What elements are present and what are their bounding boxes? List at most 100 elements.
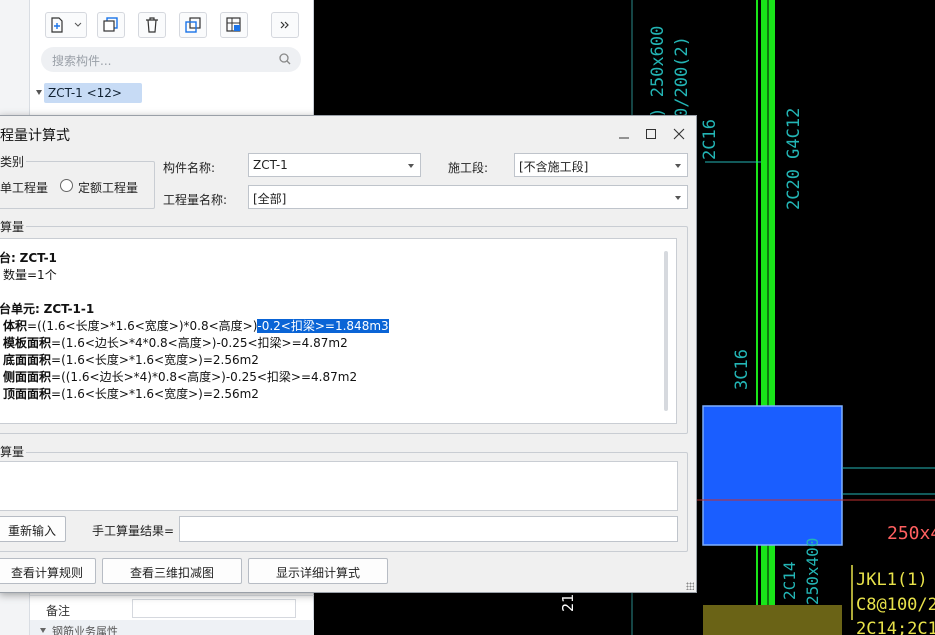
property-row-remark: 备注 — [30, 595, 314, 619]
calc-line-count: 数量=1个 — [3, 268, 57, 282]
calc-scrollbar[interactable] — [664, 251, 668, 411]
maximize-icon — [646, 129, 656, 139]
show-detail-button-label: 显示详细计算式 — [275, 566, 360, 580]
calc-label-volume: 体积 — [3, 319, 28, 333]
cad-label-2c20: 2C20 G4C12 — [784, 108, 804, 210]
calc-line-volume: 体积=((1.6<长度>*1.6<宽度>)*0.8<高度>)-0.2<扣梁>=1… — [3, 317, 389, 334]
calc-label-bottom-area: 底面面积 — [3, 353, 52, 367]
calc-formula-highlighted: -0.2<扣梁>=1.848m3 — [257, 319, 389, 333]
cad-label-beam-top2: 0/200(2) — [672, 36, 692, 118]
quantity-name-select[interactable]: [全部] — [248, 185, 688, 209]
new-file-icon — [51, 17, 82, 33]
calc-formula-formwork: =(1.6<边长>*4*0.8<高度>)-0.25<扣梁>=4.87m2 — [51, 336, 348, 350]
cad-label-jkl: JKL1(1) 25 — [856, 570, 935, 590]
manual-result-input[interactable] — [179, 516, 678, 542]
cad-label-2c16: 2C16 — [700, 119, 720, 160]
property-group-rebar[interactable]: 钢筋业务属性 — [30, 620, 314, 635]
resize-grip-icon[interactable] — [686, 582, 694, 590]
maximize-button[interactable] — [640, 123, 662, 145]
calc-label-formwork: 模板面积 — [3, 336, 52, 350]
copy-component-button[interactable] — [97, 12, 125, 38]
cad-footing-block — [703, 605, 842, 635]
component-name-value: ZCT-1 — [253, 158, 288, 172]
component-search-input[interactable]: 搜索构件... — [41, 47, 301, 72]
chevron-down-icon — [675, 196, 681, 200]
tree-expand-caret-icon[interactable] — [36, 90, 42, 95]
tree-item-zct-1[interactable]: ZCT-1 <12> — [44, 83, 142, 103]
cad-label-c8: C8@100/20 — [856, 595, 935, 615]
calc-line-value: ZCT-1 — [19, 251, 57, 265]
import-component-button[interactable] — [220, 12, 248, 38]
component-name-label: 构件名称: — [163, 161, 216, 175]
chevron-down-icon — [675, 164, 681, 168]
tree-item-label: ZCT-1 <12> — [48, 86, 122, 100]
calc-formula-volume: =((1.6<长度>*1.6<宽度>)*0.8<高度>) — [27, 319, 258, 333]
stage-select[interactable]: [不含施工段] — [514, 153, 688, 177]
radio-label-quantity[interactable]: 单工程量 — [0, 179, 48, 196]
calc-line-value: ZCT-1-1 — [43, 302, 95, 316]
grid-import-icon — [226, 17, 241, 32]
show-detail-formula-button[interactable]: 显示详细计算式 — [248, 558, 388, 584]
reinput-button[interactable]: 重新输入 — [0, 516, 66, 542]
quantity-name-label: 工程量名称: — [163, 193, 228, 207]
search-placeholder: 搜索构件... — [52, 54, 112, 68]
stage-value: [不含施工段] — [519, 160, 589, 174]
calc-line-bottom-area: 底面面积=(1.6<长度>*1.6<宽度>)=2.56m2 — [3, 351, 259, 368]
calc-line-prefix: 台: — [0, 251, 16, 265]
close-icon — [673, 128, 685, 140]
quantity-formula-dialog: 程量计算式 类别 单工程量 定额工程量 构件名称: ZCT-1 施工段: [不含… — [0, 115, 697, 593]
view-rules-button-label: 查看计算规则 — [10, 566, 83, 580]
property-label-remark: 备注 — [46, 604, 71, 618]
calculation-group-label: 算量 — [0, 218, 27, 235]
calc-line-unit: 台单元: ZCT-1-1 — [0, 300, 94, 317]
trash-icon — [146, 17, 158, 33]
calc-label-side-area: 侧面面积 — [3, 370, 52, 384]
cad-label-21: 21 — [559, 594, 577, 612]
collapse-caret-icon — [40, 628, 46, 633]
view-rules-button[interactable]: 查看计算规则 — [0, 558, 96, 584]
close-button[interactable] — [668, 123, 690, 145]
calc-line-top-area: 顶面面积=(1.6<长度>*1.6<宽度>)=2.56m2 — [3, 385, 259, 402]
calc-line-component: 台: ZCT-1 — [0, 249, 57, 266]
manual-input-area[interactable] — [0, 461, 678, 511]
stage-label: 施工段: — [448, 161, 489, 175]
quantity-name-value: [全部] — [253, 192, 287, 206]
radio-quota-quantity[interactable] — [60, 179, 73, 192]
delete-component-button[interactable] — [138, 12, 166, 38]
layers-copy-icon — [185, 17, 201, 33]
calc-line-side-area: 侧面面积=((1.6<边长>*4)*0.8<高度>)-0.25<扣梁>=4.87… — [3, 368, 357, 385]
cad-label-beam-top: 2) 250x600 — [648, 26, 668, 128]
property-input-remark[interactable] — [132, 599, 296, 618]
property-group-label: 钢筋业务属性 — [52, 625, 118, 635]
cad-label-2c14: 2C14 — [780, 561, 799, 600]
reinput-button-label: 重新输入 — [7, 524, 56, 538]
cad-label-250x400: 250x400 — [803, 538, 822, 605]
category-group-label: 类别 — [0, 153, 27, 170]
search-icon[interactable] — [279, 53, 291, 65]
minimize-icon — [619, 137, 629, 139]
calc-line-prefix: 台单元: — [0, 302, 40, 316]
radio-label-quota[interactable]: 定额工程量 — [78, 179, 138, 196]
calc-formula-side-area: =((1.6<边长>*4)*0.8<高度>)-0.25<扣梁>=4.87m2 — [51, 370, 358, 384]
calculation-text-area[interactable]: 台: ZCT-1 数量=1个 台单元: ZCT-1-1 体积=((1.6<长度>… — [0, 238, 677, 424]
cad-label-250x4: 250x4 — [887, 523, 935, 544]
view-3d-deduction-button[interactable]: 查看三维扣减图 — [102, 558, 242, 584]
calc-formula-top-area: =(1.6<长度>*1.6<宽度>)=2.56m2 — [51, 387, 259, 401]
chevron-down-icon — [408, 164, 414, 168]
view-3d-button-label: 查看三维扣减图 — [129, 566, 214, 580]
cad-label-c14: 2C14;2C14 — [856, 619, 935, 635]
dialog-title: 程量计算式 — [0, 128, 70, 144]
calc-label-top-area: 顶面面积 — [3, 387, 52, 401]
copy-to-floor-button[interactable] — [179, 12, 207, 38]
cad-label-3c16: 3C16 — [732, 349, 752, 390]
component-name-select[interactable]: ZCT-1 — [248, 153, 421, 177]
new-component-button[interactable] — [45, 12, 87, 38]
double-chevron-right-icon — [280, 21, 289, 29]
minimize-button[interactable] — [613, 123, 635, 145]
more-tools-button[interactable] — [271, 12, 299, 38]
manual-group-label: 算量 — [0, 443, 27, 460]
cad-column-block[interactable] — [702, 405, 843, 546]
copy-icon — [103, 17, 118, 32]
manual-result-label: 手工算量结果= — [92, 524, 175, 538]
calc-formula-bottom-area: =(1.6<长度>*1.6<宽度>)=2.56m2 — [51, 353, 259, 367]
